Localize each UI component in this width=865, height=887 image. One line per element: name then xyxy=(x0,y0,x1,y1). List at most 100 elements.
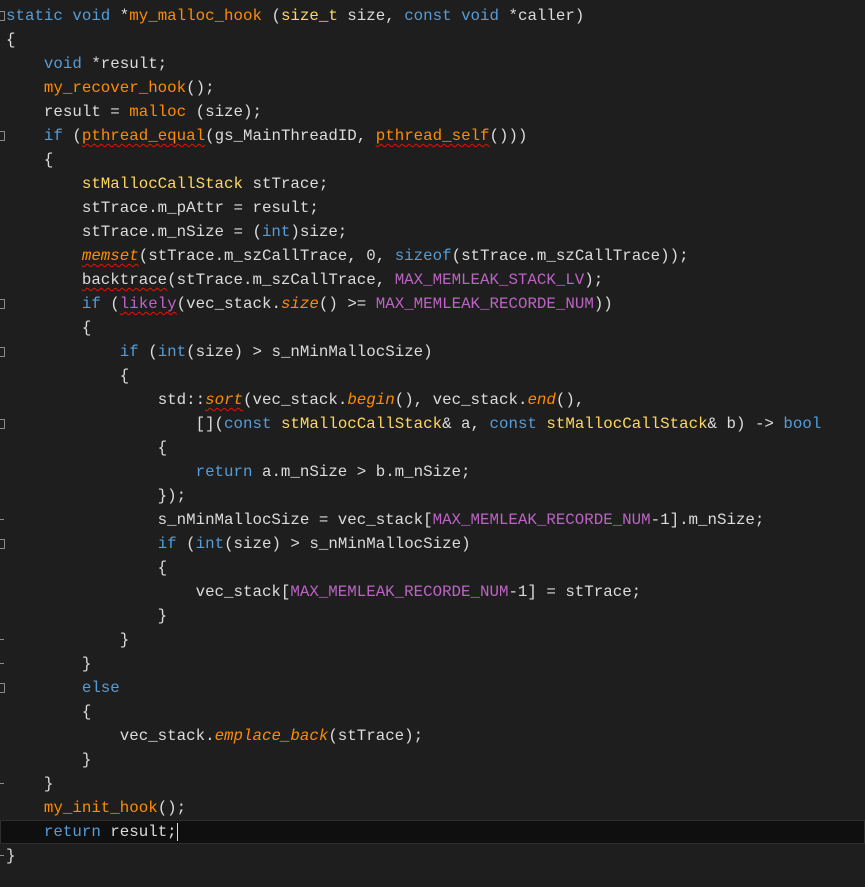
code-line[interactable]: } xyxy=(0,748,865,772)
code-line[interactable]: return a.m_nSize > b.m_nSize; xyxy=(0,460,865,484)
code-token: *result; xyxy=(91,55,168,73)
code-token: }); xyxy=(6,487,187,505)
code-text: if (int(size) > s_nMinMallocSize) xyxy=(6,340,433,364)
code-token: MAX_MEMLEAK_RECORDE_NUM xyxy=(432,511,651,529)
code-token: *caller) xyxy=(508,7,585,25)
code-line[interactable]: static void *my_malloc_hook (size_t size… xyxy=(0,4,865,28)
code-token: { xyxy=(6,367,130,385)
code-line[interactable]: } xyxy=(0,604,865,628)
code-token: { xyxy=(6,319,92,337)
code-token: result = xyxy=(6,103,130,121)
code-token: MAX_MEMLEAK_RECORDE_NUM xyxy=(290,583,509,601)
code-token: & b) -> xyxy=(707,415,784,433)
code-token: (), vec_stack. xyxy=(394,391,528,409)
code-line[interactable]: else xyxy=(0,676,865,700)
code-token: begin xyxy=(347,391,395,409)
code-line[interactable]: void *result; xyxy=(0,52,865,76)
code-text: memset(stTrace.m_szCallTrace, 0, sizeof(… xyxy=(6,244,689,268)
code-token: int xyxy=(261,223,291,241)
code-text: else xyxy=(6,676,120,700)
code-line[interactable]: stTrace.m_pAttr = result; xyxy=(0,196,865,220)
code-line[interactable]: } xyxy=(0,652,865,676)
code-token: } xyxy=(6,607,168,625)
code-token: { xyxy=(6,703,92,721)
code-line[interactable]: { xyxy=(0,28,865,52)
code-text: return result; xyxy=(6,820,177,844)
code-token: (size) > s_nMinMallocSize) xyxy=(224,535,471,553)
code-text: stTrace.m_pAttr = result; xyxy=(6,196,319,220)
code-token: )size; xyxy=(290,223,348,241)
code-text: result = malloc (size); xyxy=(6,100,262,124)
code-token: stTrace; xyxy=(243,175,329,193)
code-token: (size); xyxy=(186,103,262,121)
error-squiggle-token: likely xyxy=(119,295,177,313)
code-text: stTrace.m_nSize = (int)size; xyxy=(6,220,347,244)
code-line[interactable]: memset(stTrace.m_szCallTrace, 0, sizeof(… xyxy=(0,244,865,268)
code-line[interactable]: { xyxy=(0,556,865,580)
code-line[interactable]: vec_stack.emplace_back(stTrace); xyxy=(0,724,865,748)
code-line[interactable]: if (likely(vec_stack.size() >= MAX_MEMLE… xyxy=(0,292,865,316)
code-token: bool xyxy=(783,415,822,433)
code-line[interactable]: { xyxy=(0,148,865,172)
code-line[interactable]: } xyxy=(0,628,865,652)
code-line[interactable]: vec_stack[MAX_MEMLEAK_RECORDE_NUM-1] = s… xyxy=(0,580,865,604)
code-text: return a.m_nSize > b.m_nSize; xyxy=(6,460,471,484)
error-squiggle-token: sort xyxy=(205,391,244,409)
code-token: const xyxy=(224,415,281,433)
code-token: :: xyxy=(186,391,206,409)
code-token: stTrace.m_pAttr = result; xyxy=(6,199,319,217)
code-line[interactable]: if (int(size) > s_nMinMallocSize) xyxy=(0,340,865,364)
code-line[interactable]: [](const stMallocCallStack& a, const stM… xyxy=(0,412,865,436)
code-line[interactable]: result = malloc (size); xyxy=(0,100,865,124)
code-token: size_t xyxy=(280,7,338,25)
code-line[interactable]: { xyxy=(0,700,865,724)
code-line[interactable]: my_init_hook(); xyxy=(0,796,865,820)
code-text: { xyxy=(6,700,92,724)
code-text: [](const stMallocCallStack& a, const stM… xyxy=(6,412,822,436)
code-token: } xyxy=(6,631,130,649)
code-line[interactable]: stTrace.m_nSize = (int)size; xyxy=(0,220,865,244)
code-token: stMallocCallStack xyxy=(81,175,243,193)
code-line[interactable]: s_nMinMallocSize = vec_stack[MAX_MEMLEAK… xyxy=(0,508,865,532)
code-token: if xyxy=(157,535,177,553)
code-text: } xyxy=(6,844,15,868)
code-line[interactable]: stMallocCallStack stTrace; xyxy=(0,172,865,196)
code-text: my_recover_hook(); xyxy=(6,76,215,100)
code-token: } xyxy=(6,775,54,793)
code-token: (stTrace.m_szCallTrace)); xyxy=(451,247,689,265)
code-text: { xyxy=(6,148,54,172)
code-token: ); xyxy=(584,271,604,289)
code-line[interactable]: { xyxy=(0,436,865,460)
code-line[interactable]: }); xyxy=(0,484,865,508)
code-token: malloc xyxy=(129,103,187,121)
code-line[interactable]: } xyxy=(0,772,865,796)
code-editor[interactable]: static void *my_malloc_hook (size_t size… xyxy=(0,0,865,887)
code-line[interactable]: my_recover_hook(); xyxy=(0,76,865,100)
code-line[interactable]: backtrace(stTrace.m_szCallTrace, MAX_MEM… xyxy=(0,268,865,292)
code-token: ())) xyxy=(489,127,528,145)
code-line[interactable]: std::sort(vec_stack.begin(), vec_stack.e… xyxy=(0,388,865,412)
code-token: else xyxy=(81,679,120,697)
code-token: MAX_MEMLEAK_STACK_LV xyxy=(394,271,585,289)
code-line[interactable]: if (int(size) > s_nMinMallocSize) xyxy=(0,532,865,556)
code-line[interactable]: { xyxy=(0,316,865,340)
code-token: { xyxy=(6,31,16,49)
current-code-line[interactable]: return result; xyxy=(0,820,865,844)
code-text: } xyxy=(6,748,92,772)
code-token: (); xyxy=(157,799,187,817)
code-token: { xyxy=(6,559,168,577)
code-text: std::sort(vec_stack.begin(), vec_stack.e… xyxy=(6,388,585,412)
code-line[interactable]: } xyxy=(0,844,865,868)
code-text: }); xyxy=(6,484,186,508)
error-squiggle-token: pthread_self xyxy=(375,127,490,145)
code-line[interactable]: { xyxy=(0,364,865,388)
code-token: return xyxy=(43,823,101,841)
code-text: stMallocCallStack stTrace; xyxy=(6,172,328,196)
code-token: (vec_stack. xyxy=(176,295,281,313)
code-token: ( xyxy=(176,535,196,553)
code-line[interactable]: if (pthread_equal(gs_MainThreadID, pthre… xyxy=(0,124,865,148)
code-token: (stTrace); xyxy=(328,727,424,745)
